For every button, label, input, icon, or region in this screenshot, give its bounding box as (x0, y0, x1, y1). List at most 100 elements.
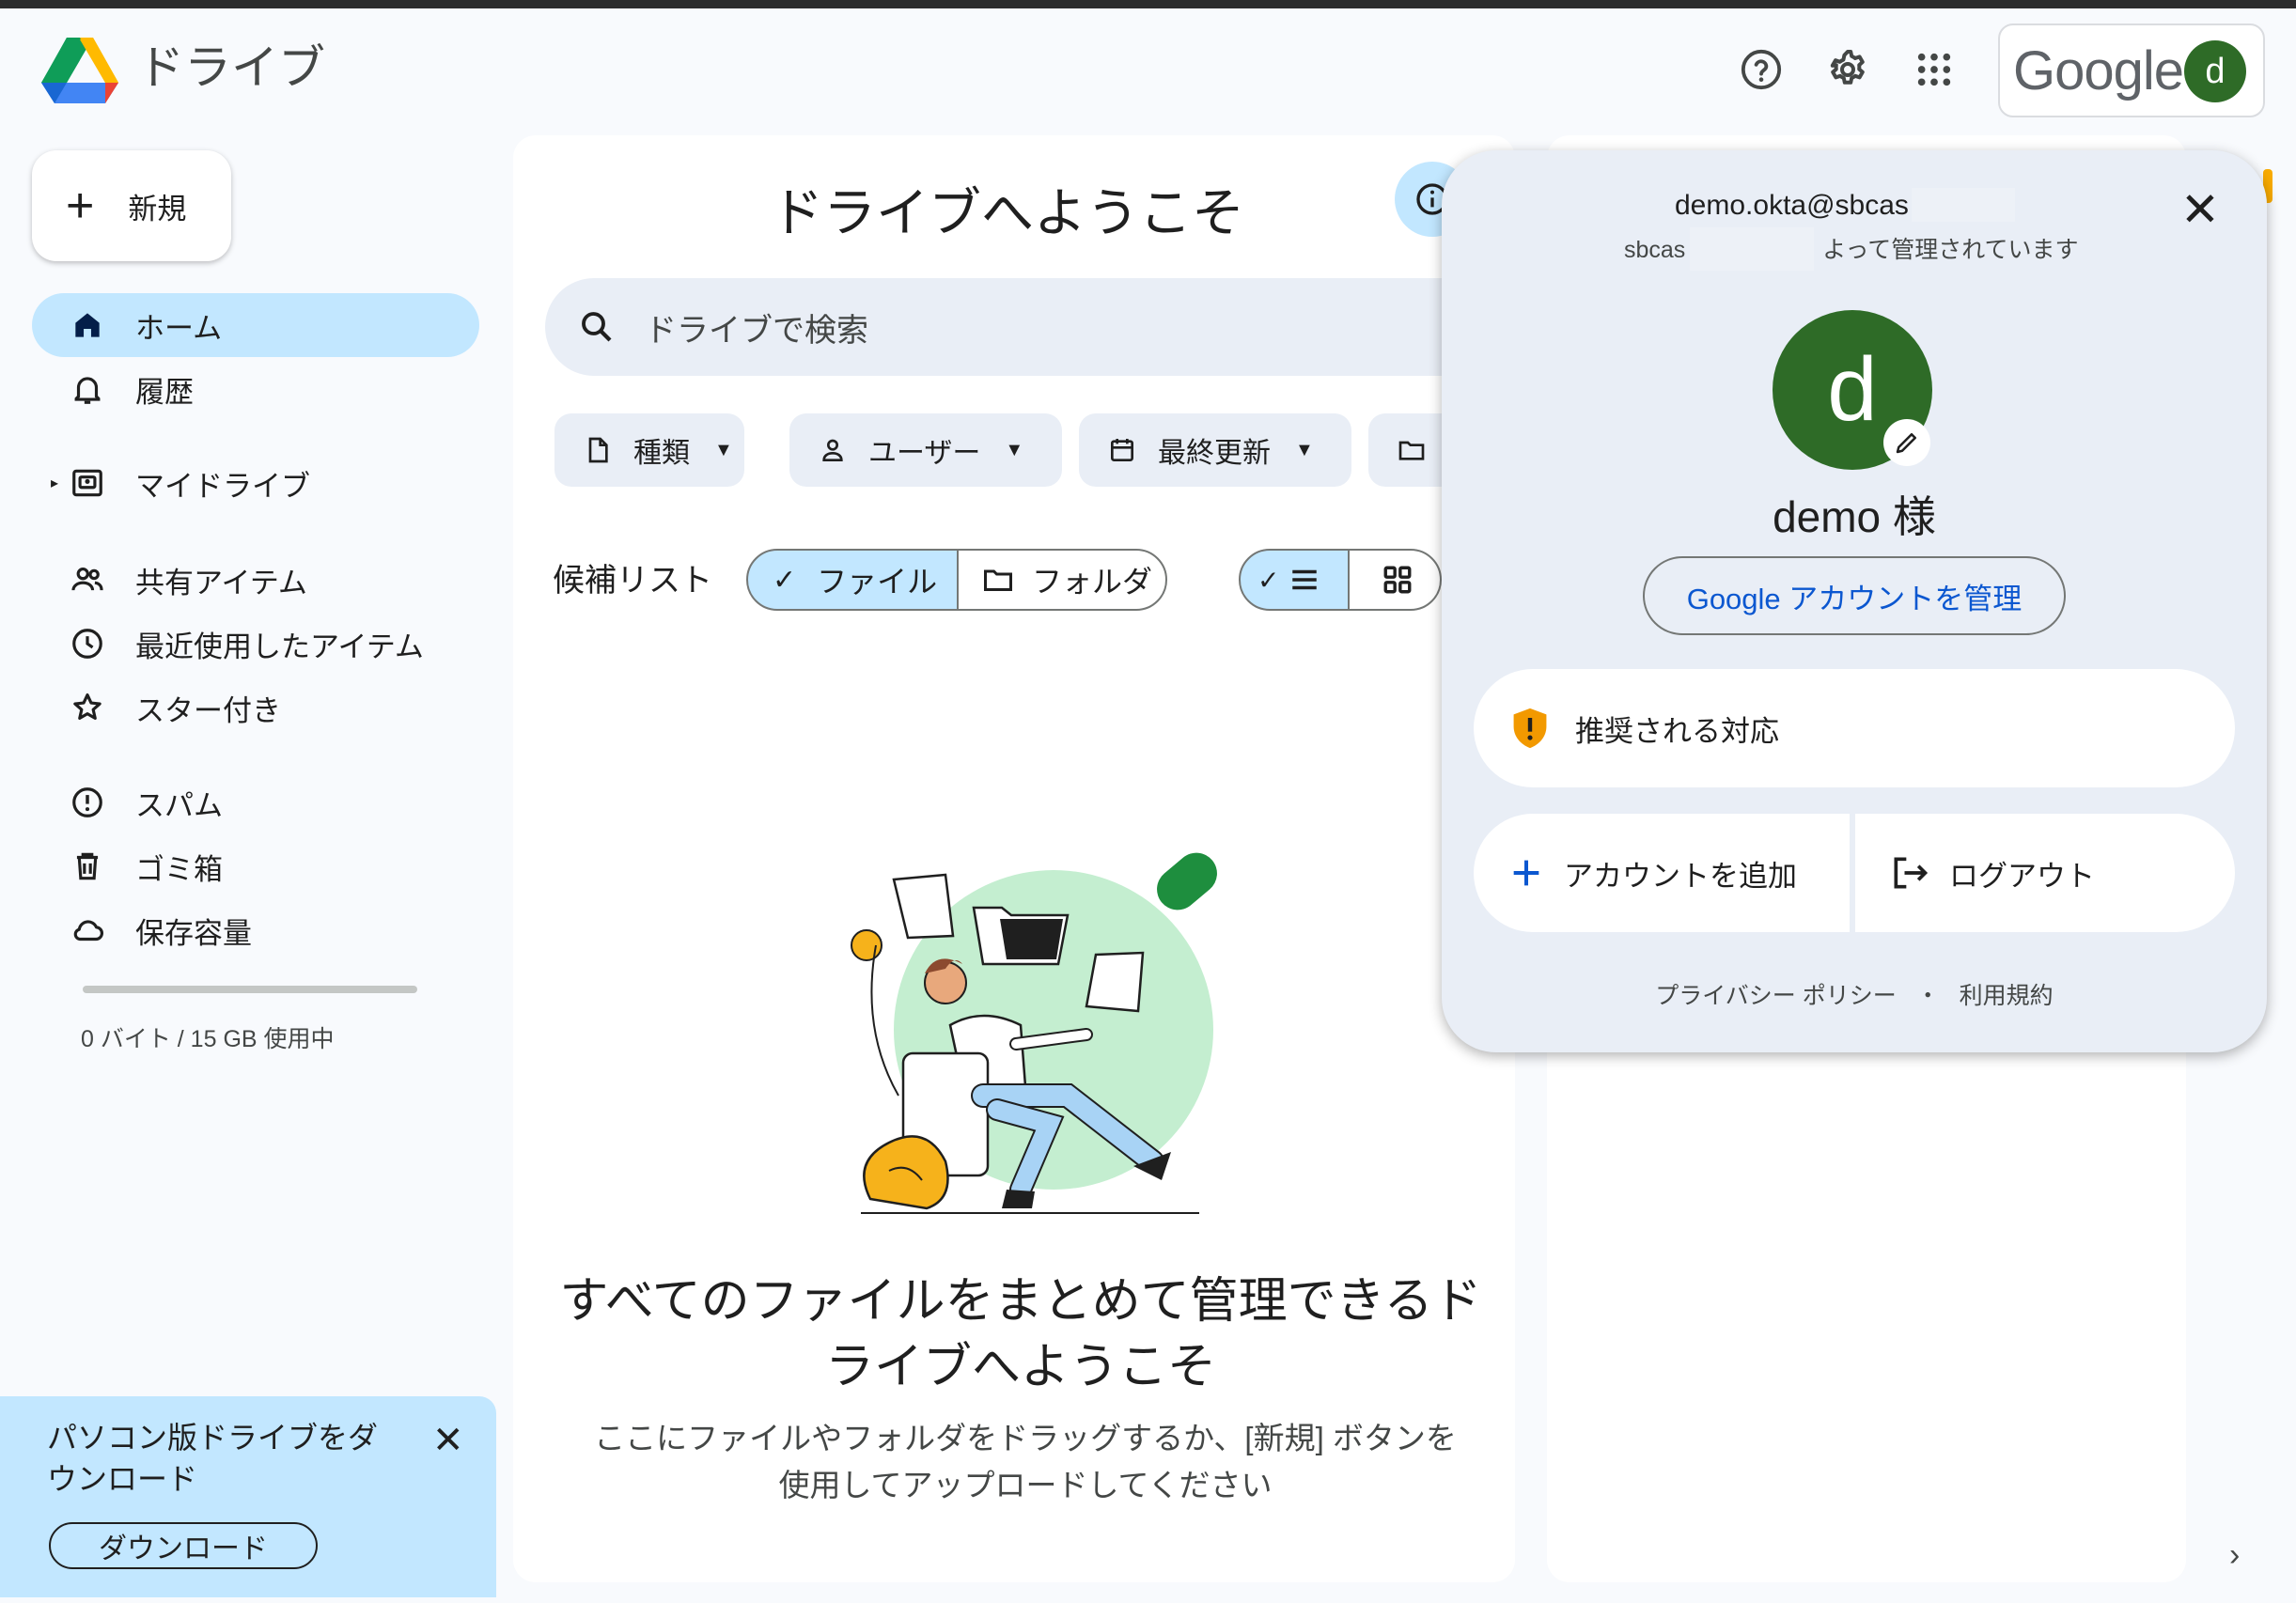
new-button-label: 新規 (128, 192, 187, 226)
sidebar-item-my-drive[interactable]: ▸ マイドライブ (32, 451, 479, 515)
terms-link[interactable]: 利用規約 (1960, 983, 2054, 1009)
plus-icon: + (66, 179, 95, 233)
sidebar-item-label: マイドライブ (135, 469, 310, 503)
filter-user-chip[interactable]: ユーザー ▼ (789, 413, 1062, 487)
filter-label: 最終更新 (1158, 438, 1271, 469)
drive-logo[interactable] (41, 36, 118, 103)
download-button[interactable]: ダウンロード (49, 1522, 318, 1569)
logout-button[interactable]: ログアウト (1855, 814, 2235, 932)
check-icon: ✓ (773, 564, 797, 596)
chevron-right-icon[interactable]: › (2229, 1537, 2240, 1574)
sidebar-item-storage[interactable]: 保存容量 (32, 898, 479, 962)
help-icon[interactable] (1735, 43, 1788, 96)
footer-separator: ・ (1915, 983, 1940, 1009)
file-icon (588, 437, 608, 463)
toggle-folders-label: フォルダ (1032, 565, 1153, 599)
check-icon: ✓ (1257, 565, 1280, 595)
bell-icon (74, 377, 101, 404)
sidebar-item-label: ゴミ箱 (135, 852, 223, 886)
filter-type-chip[interactable]: 種類 ▼ (554, 413, 744, 487)
trash-icon (76, 852, 99, 880)
clock-icon (72, 629, 102, 659)
settings-gear-icon[interactable] (1821, 43, 1874, 96)
sidebar-item-label: スター付き (135, 693, 281, 727)
chevron-down-icon: ▼ (1005, 439, 1024, 460)
toggle-folders[interactable]: フォルダ (957, 549, 1167, 611)
redacted-area (1690, 227, 1814, 271)
plus-icon (1513, 860, 1539, 886)
close-icon[interactable]: ✕ (2180, 182, 2220, 237)
add-account-label: アカウントを追加 (1564, 859, 1797, 893)
list-icon (1292, 569, 1318, 590)
logout-label: ログアウト (1949, 859, 2095, 893)
recommended-actions-button[interactable]: 推奨される対応 (1474, 669, 2235, 787)
redacted-area (1912, 188, 2015, 222)
sidebar-item-activity[interactable]: 履歴 (32, 357, 479, 421)
search-icon (582, 312, 612, 342)
folder-icon (984, 569, 1012, 591)
google-account-chip[interactable]: Google d (1998, 23, 2265, 117)
my-drive-icon (72, 469, 102, 497)
managed-by-org: sbcas (1624, 237, 1686, 263)
suggested-list-label: 候補リスト (553, 563, 712, 599)
toggle-files[interactable]: ✓ ファイル (746, 549, 959, 611)
chevron-down-icon: ▼ (1295, 439, 1314, 460)
search-bar[interactable]: ドライブで検索 (545, 278, 1515, 376)
close-icon[interactable]: ✕ (432, 1419, 464, 1462)
sidebar-item-trash[interactable]: ゴミ箱 (32, 834, 479, 898)
storage-usage-text: 0 バイト / 15 GB 使用中 (81, 1026, 335, 1052)
list-view-toggle[interactable]: ✓ (1239, 549, 1350, 611)
promo-text: パソコン版ドライブをダウンロード (47, 1421, 379, 1496)
grid-view-toggle[interactable] (1348, 549, 1442, 611)
sidebar-item-spam[interactable]: スパム (32, 770, 479, 834)
sidebar-item-recent[interactable]: 最近使用したアイテム (32, 612, 479, 676)
sidebar-item-home[interactable]: ホーム (32, 293, 479, 357)
account-popup: demo.okta@sbcas sbcas よって管理されています ✕ d de… (1442, 150, 2267, 1052)
privacy-policy-link[interactable]: プライバシー ポリシー (1655, 983, 1896, 1009)
manage-account-button[interactable]: Google アカウントを管理 (1643, 556, 2066, 635)
filter-label: 種類 (633, 438, 690, 469)
account-email: demo.okta@sbcas (1675, 190, 1909, 221)
new-button[interactable]: + 新規 (32, 150, 231, 261)
managed-by-suffix: よって管理されています (1822, 237, 2079, 263)
welcome-illustration (851, 852, 1217, 1214)
folder-icon (1398, 441, 1425, 460)
avatar: d (2184, 40, 2246, 102)
home-icon (75, 313, 100, 337)
apps-grid-icon[interactable] (1908, 43, 1960, 96)
sidebar-item-label: 最近使用したアイテム (135, 630, 424, 663)
sidebar-item-shared[interactable]: 共有アイテム (32, 548, 479, 612)
logout-icon (1894, 857, 1929, 889)
filter-label: ユーザー (868, 438, 981, 469)
sidebar-item-label: 保存容量 (135, 916, 252, 950)
spam-icon (72, 787, 102, 817)
toggle-files-label: ファイル (817, 565, 938, 599)
pencil-icon[interactable] (1883, 419, 1930, 466)
calendar-icon (1111, 439, 1133, 461)
search-input[interactable]: ドライブで検索 (645, 304, 868, 350)
google-wordmark: Google (2013, 40, 2184, 101)
popup-footer: プライバシー ポリシー ・ 利用規約 (1442, 977, 2267, 1011)
people-icon (71, 568, 103, 591)
top-edge (0, 0, 2296, 8)
expand-arrow-icon[interactable]: ▸ (51, 474, 58, 492)
greeting: demo 様 (1773, 492, 1936, 541)
sidebar-item-label: スパム (135, 788, 223, 822)
filter-modified-chip[interactable]: 最終更新 ▼ (1079, 413, 1351, 487)
empty-state-title: すべてのファイルをまとめて管理できるドライブへようこそ (559, 1274, 1482, 1394)
sidebar-item-starred[interactable]: スター付き (32, 676, 479, 739)
sidebar-item-label: 履歴 (135, 375, 194, 409)
app-title: ドライブ (137, 41, 325, 94)
shield-warning-icon (1513, 708, 1547, 749)
storage-usage-bar (83, 986, 417, 993)
person-icon (822, 439, 843, 461)
add-account-button[interactable]: アカウントを追加 (1474, 814, 1850, 932)
cloud-icon (73, 920, 104, 942)
star-icon (73, 693, 102, 720)
sidebar-item-label: ホーム (135, 311, 223, 345)
desktop-download-promo: パソコン版ドライブをダウンロード ✕ ダウンロード (0, 1396, 496, 1597)
main-content: ドライブへようこそ ドライブで検索 種類 ▼ ユーザー ▼ 最終更新 ▼ 候補リ… (513, 135, 1515, 1582)
sidebar-item-label: 共有アイテム (135, 566, 307, 599)
chevron-down-icon: ▼ (714, 439, 733, 460)
recommended-actions-label: 推奨される対応 (1575, 714, 1779, 748)
